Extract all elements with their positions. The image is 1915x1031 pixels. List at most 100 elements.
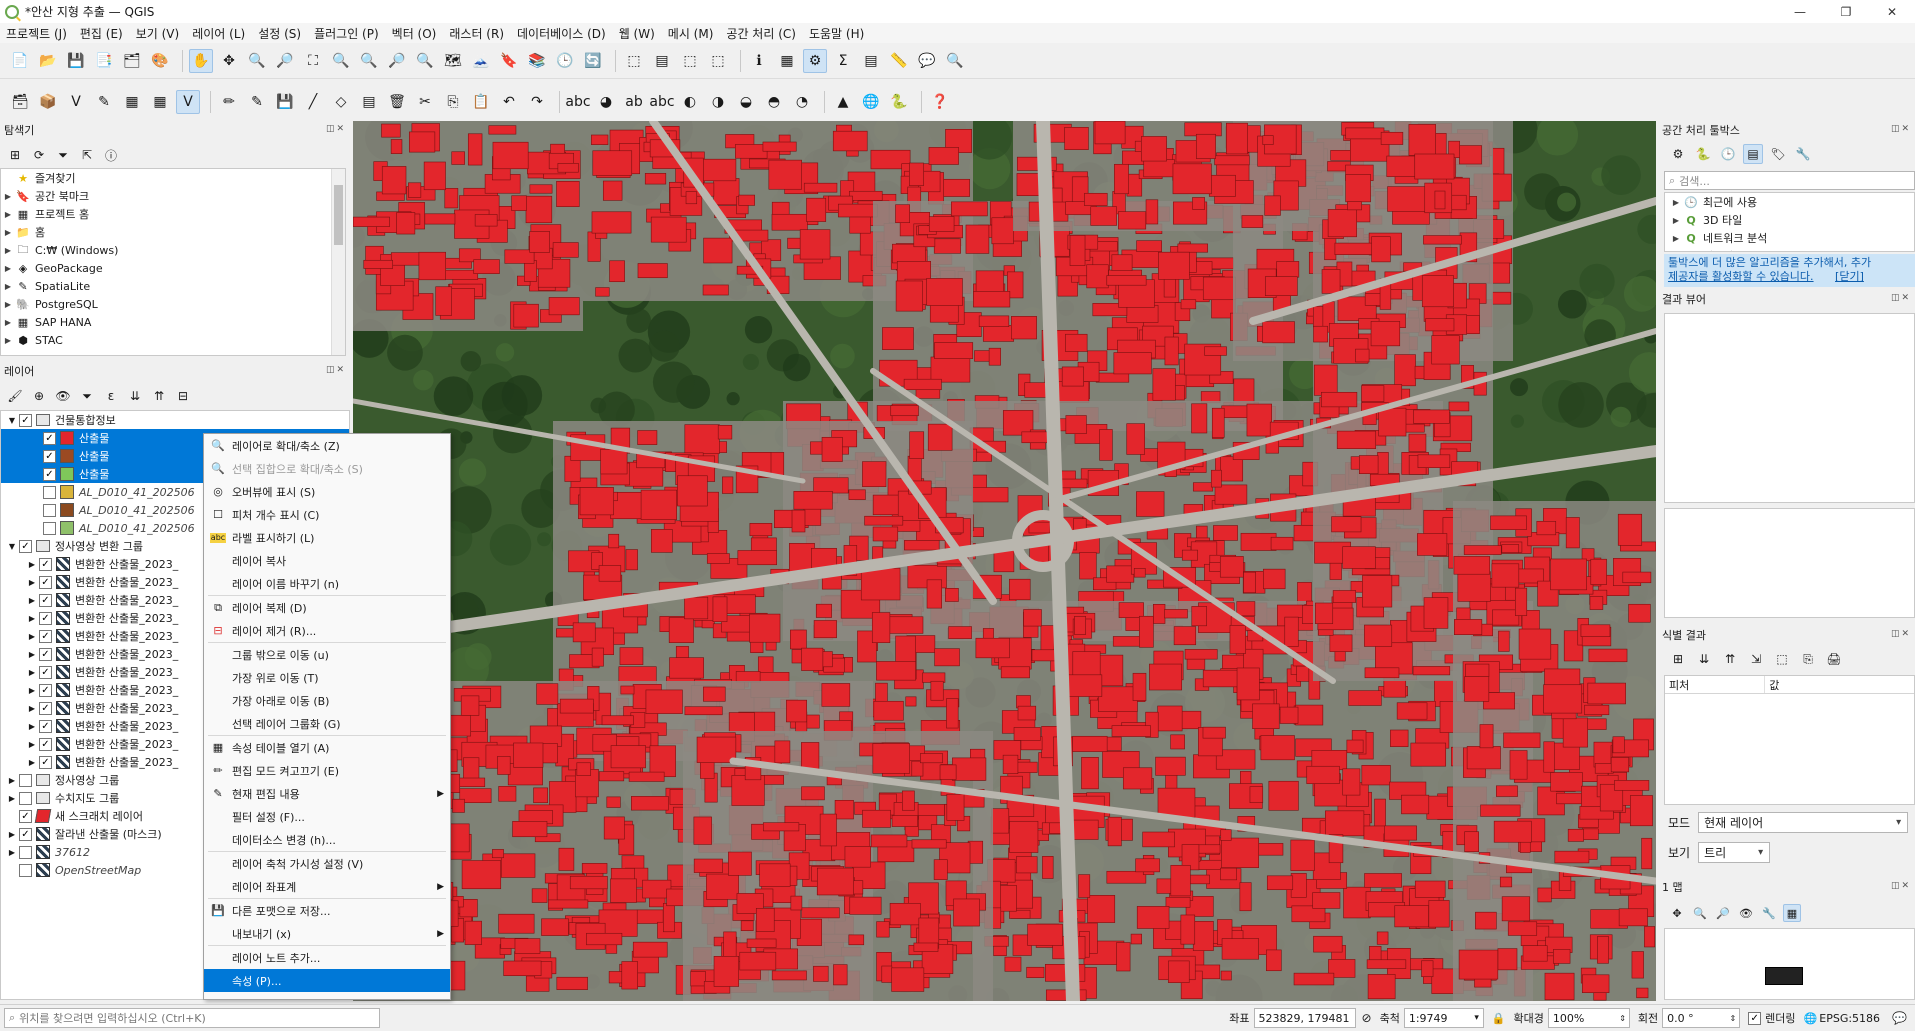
col-value[interactable]: 값 — [1764, 676, 1914, 693]
expand-feature-icon[interactable]: ⇲ — [1746, 649, 1766, 669]
move-label-icon[interactable]: ◐ — [678, 90, 702, 114]
map-tips-icon[interactable]: 💬 — [915, 49, 939, 73]
context-menu-item[interactable]: ✎ 현재 편집 내용 ▶ — [204, 782, 450, 805]
collapse-all-icon[interactable]: ⇈ — [150, 387, 168, 405]
expand-arrow-icon[interactable]: ▶ — [1, 210, 15, 219]
layer-group-building[interactable]: ▼ 건물통합정보 — [1, 411, 349, 429]
expand-arrow-icon[interactable]: ▶ — [25, 560, 39, 569]
new-project-icon[interactable]: 📄 — [8, 49, 32, 73]
map-zoom-in-icon[interactable]: 🔍 — [1691, 904, 1709, 922]
layer-visibility-checkbox[interactable] — [43, 449, 56, 463]
print-icon[interactable]: 🖨 — [1824, 649, 1844, 669]
menu-web[interactable]: 웹 (W) — [619, 25, 655, 42]
toggle-editing-icon[interactable]: ✎ — [245, 90, 269, 114]
measure-icon[interactable]: 📏 — [887, 49, 911, 73]
layer-visibility-checkbox[interactable] — [43, 467, 56, 481]
layer-visibility-checkbox[interactable] — [19, 827, 32, 841]
triangle-plugin-icon[interactable]: ▲ — [831, 90, 855, 114]
layer-visibility-checkbox[interactable] — [19, 773, 32, 787]
layer-visibility-checkbox[interactable] — [19, 413, 32, 427]
add-raster-icon[interactable]: ▦ — [148, 90, 172, 114]
render-checkbox[interactable] — [1748, 1011, 1762, 1025]
layer-visibility-checkbox[interactable] — [19, 863, 32, 877]
menu-view[interactable]: 보기 (V) — [136, 25, 179, 42]
layer-visibility-checkbox[interactable] — [43, 521, 56, 535]
toolbox-item[interactable]: ▶ 🕒 최근에 사용 — [1665, 193, 1914, 211]
layer-visibility-checkbox[interactable] — [19, 809, 32, 823]
context-menu-item[interactable]: 🔍 레이어로 확대/축소 (Z) — [204, 434, 450, 457]
undo-icon[interactable]: ↶ — [497, 90, 521, 114]
toolbox-item[interactable]: ▶ Q 네트워크 분석 — [1665, 229, 1914, 247]
pin-labels-icon[interactable]: ab — [622, 90, 646, 114]
remove-layer-icon[interactable]: ⊟ — [174, 387, 192, 405]
context-menu-item[interactable]: 선택 레이어 그룹화 (G) — [204, 712, 450, 735]
expand-arrow-icon[interactable]: ▶ — [5, 848, 19, 857]
context-menu-item[interactable]: 레이어 좌표계 ▶ — [204, 875, 450, 898]
layer-visibility-checkbox[interactable] — [39, 647, 52, 661]
menu-edit[interactable]: 편집 (E) — [80, 25, 123, 42]
zoom-full-icon[interactable]: ⛶ — [301, 49, 325, 73]
identify-icon[interactable]: ℹ — [747, 49, 771, 73]
context-menu-item[interactable]: 레이어 축척 가시성 설정 (V) — [204, 852, 450, 875]
results-viewer-icon[interactable]: ▤ — [1743, 144, 1763, 164]
panel-float-close-icon[interactable]: ◫✕ — [1891, 629, 1911, 639]
messages-icon[interactable]: 💬 — [1892, 1011, 1907, 1025]
show-hide-labels-icon[interactable]: abc — [649, 90, 674, 114]
context-menu-item[interactable]: 그룹 밖으로 이동 (u) — [204, 643, 450, 666]
menu-layer[interactable]: 레이어 (L) — [192, 25, 245, 42]
copy-features-icon[interactable]: ⎘ — [441, 90, 465, 114]
save-project-icon[interactable]: 💾 — [64, 49, 88, 73]
zoom-to-layer-icon[interactable]: 🔍 — [357, 49, 381, 73]
expand-arrow-icon[interactable]: ▶ — [5, 794, 19, 803]
browser-item[interactable]: ▶ ⬢ STAC — [1, 331, 345, 349]
context-menu-item[interactable]: ✏ 편집 모드 켜고끄기 (E) — [204, 759, 450, 782]
filter-icon[interactable]: ⏷ — [54, 146, 72, 164]
toolbox-message-link[interactable]: 제공자를 활성화할 수 있습니다. — [1668, 270, 1814, 283]
menu-settings[interactable]: 설정 (S) — [258, 25, 301, 42]
context-menu-item[interactable]: ☐ 피처 개수 표시 (C) — [204, 503, 450, 526]
add-vector-layer-icon[interactable]: Ⅴ — [64, 90, 88, 114]
layer-visibility-checkbox[interactable] — [39, 611, 52, 625]
layer-visibility-checkbox[interactable] — [39, 701, 52, 715]
layer-visibility-checkbox[interactable] — [43, 431, 56, 445]
layer-visibility-checkbox[interactable] — [19, 845, 32, 859]
show-bookmarks-icon[interactable]: 📚 — [525, 49, 549, 73]
context-menu-item[interactable]: ◎ 오버뷰에 표시 (S) — [204, 480, 450, 503]
select-by-value-icon[interactable]: ▤ — [650, 49, 674, 73]
overview-map[interactable] — [1664, 928, 1915, 1000]
expand-arrow-icon[interactable]: ▶ — [5, 776, 19, 785]
models-icon[interactable]: ⚙ — [1668, 144, 1688, 164]
pan-icon[interactable]: ✋ — [189, 48, 213, 73]
toolbox-item[interactable]: ▶ Q 3D 타일 — [1665, 211, 1914, 229]
expand-new-icon[interactable]: ⇊ — [1694, 649, 1714, 669]
paste-features-icon[interactable]: 📋 — [469, 90, 493, 114]
layer-visibility-checkbox[interactable] — [39, 629, 52, 643]
add-wms-icon[interactable]: ▦ — [120, 90, 144, 114]
browser-item[interactable]: ▶ ▦ SAP HANA — [1, 313, 345, 331]
expand-all-icon[interactable]: ⇊ — [126, 387, 144, 405]
temporal-controller-icon[interactable]: 🕒 — [553, 49, 577, 73]
new-3d-view-icon[interactable]: 🗻 — [469, 49, 493, 73]
expand-arrow-icon[interactable]: ▶ — [25, 722, 39, 731]
scale-field[interactable]: 1:9749 ▾ — [1403, 1008, 1484, 1028]
layer-styling-icon[interactable]: 🖌 — [6, 387, 24, 405]
expand-arrow-icon[interactable]: ▶ — [1, 282, 15, 291]
panel-float-close-icon[interactable]: ◫✕ — [326, 124, 346, 134]
panel-float-close-icon[interactable]: ◫✕ — [1891, 124, 1911, 134]
filter-expression-icon[interactable]: ε — [102, 387, 120, 405]
expand-arrow-icon[interactable]: ▶ — [1, 300, 15, 309]
rotate-label-icon[interactable]: ◑ — [706, 90, 730, 114]
context-menu-item[interactable]: ⧉ 레이어 복제 (D) — [204, 596, 450, 619]
open-project-icon[interactable]: 📂 — [36, 49, 60, 73]
new-map-view-icon[interactable]: 🗺 — [441, 49, 465, 73]
change-label-icon[interactable]: ◒ — [734, 90, 758, 114]
data-source-manager-icon[interactable]: 🗃 — [8, 90, 32, 114]
expand-arrow-icon[interactable]: ▶ — [25, 668, 39, 677]
filter-legend-icon[interactable]: ⏷ — [78, 387, 96, 405]
zoom-to-selection-icon[interactable]: 🔍 — [329, 49, 353, 73]
context-menu-item[interactable]: 🔍 선택 집합으로 확대/축소 (S) — [204, 457, 450, 480]
layer-visibility-checkbox[interactable] — [39, 737, 52, 751]
context-menu-item[interactable]: 필터 설정 (F)... — [204, 805, 450, 828]
diagram-tool-icon[interactable]: ◕ — [594, 90, 618, 114]
expand-arrow-icon[interactable]: ▶ — [1, 228, 15, 237]
